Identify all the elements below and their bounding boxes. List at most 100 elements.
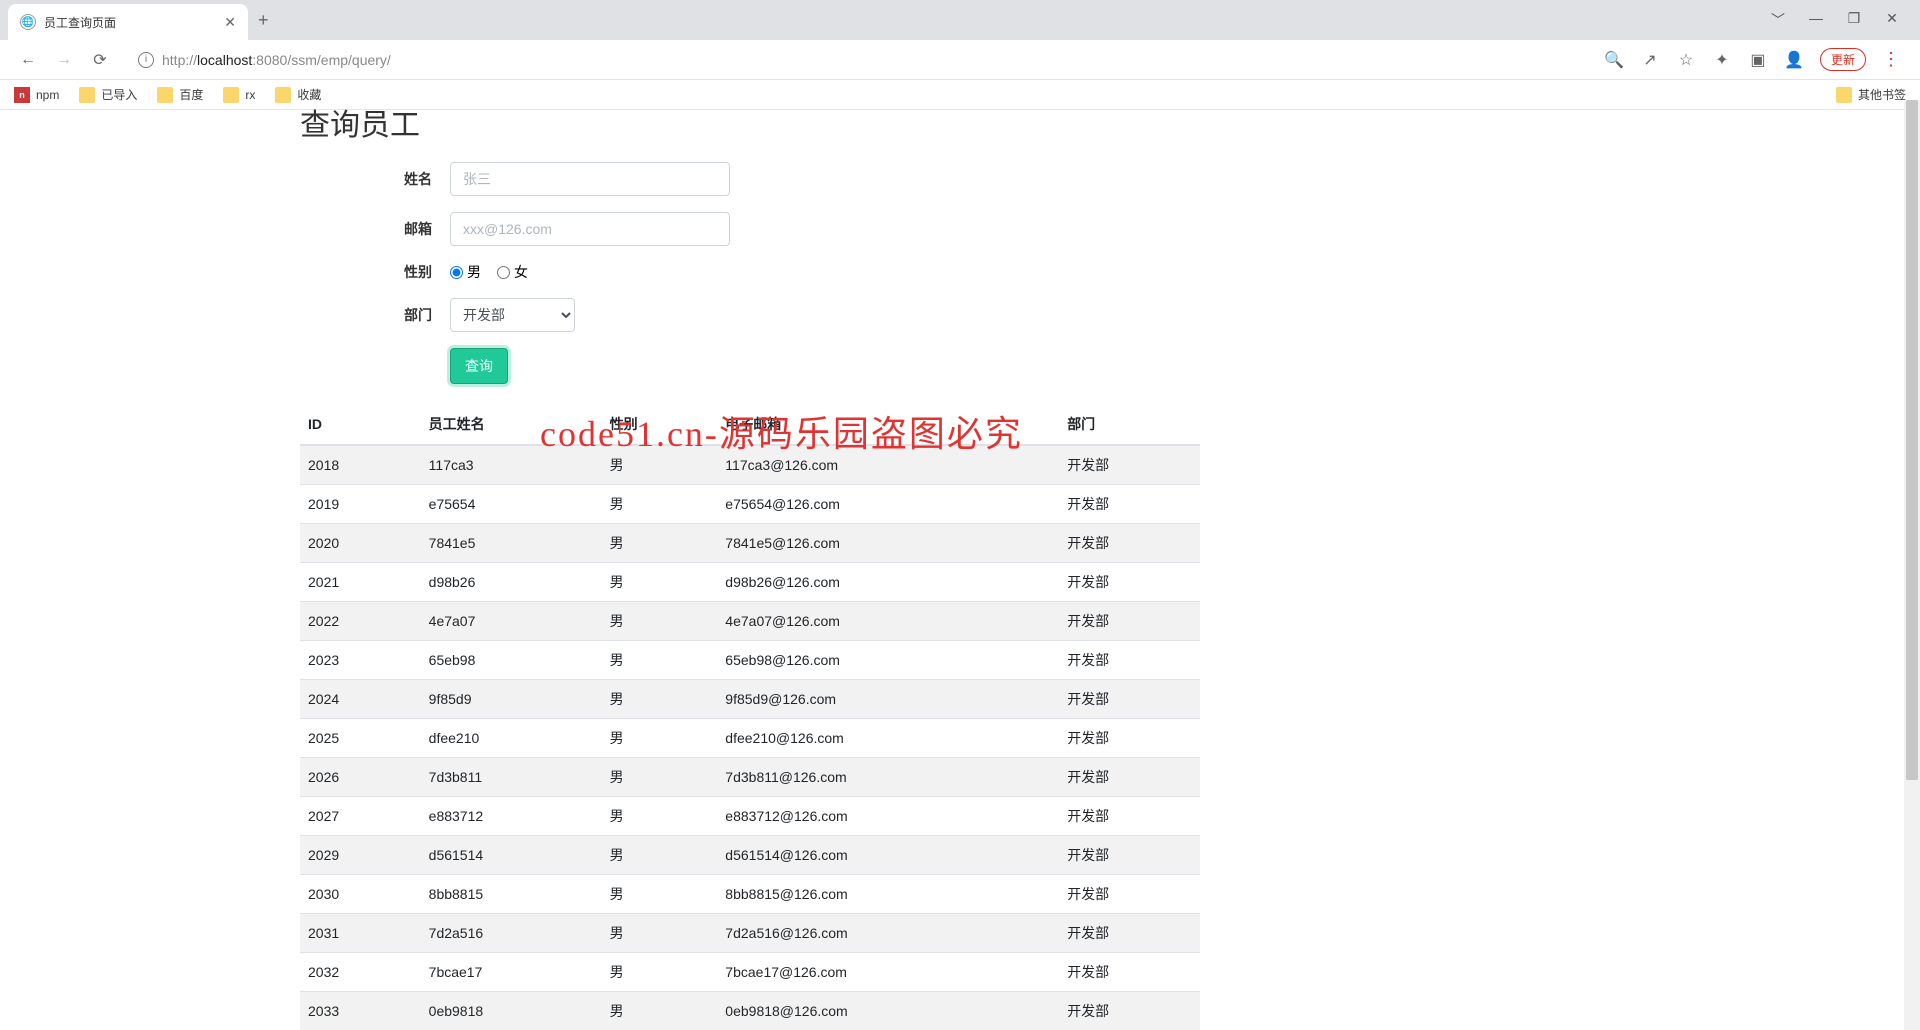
extensions-icon[interactable]: ✦	[1712, 50, 1732, 70]
cell-name: 8bb8815	[421, 875, 602, 914]
th-email: 电子邮箱	[717, 404, 1059, 445]
chevron-down-icon[interactable]: ﹀	[1768, 10, 1788, 30]
cell-name: 117ca3	[421, 445, 602, 485]
back-button[interactable]: ←	[14, 46, 42, 74]
cell-id: 2018	[300, 445, 421, 485]
cell-dept: 开发部	[1059, 953, 1200, 992]
email-input[interactable]	[450, 212, 730, 246]
tab-title: 员工查询页面	[44, 14, 216, 31]
url-toolbar: ← → ⟳ i http://localhost:8080/ssm/emp/qu…	[0, 40, 1920, 80]
browser-tab[interactable]: 🌐 员工查询页面 ✕	[8, 4, 248, 40]
cell-dept: 开发部	[1059, 563, 1200, 602]
maximize-button[interactable]: ❐	[1844, 10, 1864, 30]
cell-id: 2029	[300, 836, 421, 875]
cell-gender: 男	[602, 836, 718, 875]
reading-list-icon[interactable]: ▣	[1748, 50, 1768, 70]
forward-button[interactable]: →	[50, 46, 78, 74]
close-window-button[interactable]: ✕	[1882, 10, 1902, 30]
bookmark-star-icon[interactable]: ☆	[1676, 50, 1696, 70]
cell-email: e883712@126.com	[717, 797, 1059, 836]
cell-email: 7d3b811@126.com	[717, 758, 1059, 797]
close-tab-icon[interactable]: ✕	[224, 14, 236, 31]
url-text: http://localhost:8080/ssm/emp/query/	[162, 52, 391, 68]
form-row-dept: 部门 开发部	[300, 298, 1200, 332]
cell-dept: 开发部	[1059, 485, 1200, 524]
cell-name: 7d2a516	[421, 914, 602, 953]
cell-email: 117ca3@126.com	[717, 445, 1059, 485]
gender-female-radio[interactable]	[497, 266, 510, 279]
cell-gender: 男	[602, 719, 718, 758]
share-icon[interactable]: ↗	[1640, 50, 1660, 70]
menu-button[interactable]: ⋮	[1882, 49, 1900, 70]
table-row: 20330eb9818男0eb9818@126.com开发部	[300, 992, 1200, 1030]
minimize-button[interactable]: —	[1806, 10, 1826, 30]
browser-tab-strip: 🌐 员工查询页面 ✕ + ﹀ — ❐ ✕	[0, 0, 1920, 40]
scrollbar-track[interactable]	[1904, 100, 1920, 1030]
cell-id: 2019	[300, 485, 421, 524]
cell-name: 9f85d9	[421, 680, 602, 719]
cell-name: e883712	[421, 797, 602, 836]
cell-dept: 开发部	[1059, 719, 1200, 758]
reload-button[interactable]: ⟳	[86, 46, 114, 74]
dept-select[interactable]: 开发部	[450, 298, 575, 332]
table-row: 20327bcae17男7bcae17@126.com开发部	[300, 953, 1200, 992]
url-input[interactable]: i http://localhost:8080/ssm/emp/query/	[128, 46, 1584, 74]
cell-dept: 开发部	[1059, 914, 1200, 953]
cell-gender: 男	[602, 992, 718, 1030]
table-row: 2029d561514男d561514@126.com开发部	[300, 836, 1200, 875]
cell-name: 0eb9818	[421, 992, 602, 1030]
cell-gender: 男	[602, 524, 718, 563]
gender-male-option[interactable]: 男	[450, 262, 481, 282]
form-row-email: 邮箱	[300, 212, 1200, 246]
th-name: 员工姓名	[421, 404, 602, 445]
cell-id: 2027	[300, 797, 421, 836]
scrollbar-thumb[interactable]	[1906, 100, 1918, 780]
site-info-icon[interactable]: i	[138, 52, 154, 68]
cell-email: 0eb9818@126.com	[717, 992, 1059, 1030]
cell-dept: 开发部	[1059, 680, 1200, 719]
gender-male-radio[interactable]	[450, 266, 463, 279]
table-header-row: ID 员工姓名 性别 电子邮箱 部门	[300, 404, 1200, 445]
cell-dept: 开发部	[1059, 797, 1200, 836]
query-button[interactable]: 查询	[450, 348, 508, 384]
gender-female-option[interactable]: 女	[497, 262, 528, 282]
update-button[interactable]: 更新	[1820, 48, 1866, 71]
table-row: 2025dfee210男dfee210@126.com开发部	[300, 719, 1200, 758]
cell-dept: 开发部	[1059, 875, 1200, 914]
cell-email: 7841e5@126.com	[717, 524, 1059, 563]
cell-name: d561514	[421, 836, 602, 875]
cell-name: d98b26	[421, 563, 602, 602]
cell-name: 7bcae17	[421, 953, 602, 992]
cell-id: 2030	[300, 875, 421, 914]
cell-name: 4e7a07	[421, 602, 602, 641]
profile-icon[interactable]: 👤	[1784, 50, 1804, 70]
name-input[interactable]	[450, 162, 730, 196]
form-row-gender: 性别 男 女	[300, 262, 1200, 282]
table-row: 20207841e5男7841e5@126.com开发部	[300, 524, 1200, 563]
employee-table: ID 员工姓名 性别 电子邮箱 部门 2018117ca3男117ca3@126…	[300, 404, 1200, 1030]
cell-name: 7841e5	[421, 524, 602, 563]
cell-gender: 男	[602, 445, 718, 485]
page-content: 查询员工 姓名 邮箱 性别 男 女	[300, 100, 1200, 1030]
cell-dept: 开发部	[1059, 992, 1200, 1030]
table-row: 20308bb8815男8bb8815@126.com开发部	[300, 875, 1200, 914]
email-label: 邮箱	[300, 219, 450, 239]
cell-gender: 男	[602, 914, 718, 953]
new-tab-button[interactable]: +	[258, 10, 269, 31]
cell-email: 7bcae17@126.com	[717, 953, 1059, 992]
zoom-icon[interactable]: 🔍	[1604, 50, 1624, 70]
globe-icon: 🌐	[20, 14, 36, 30]
table-row: 2019e75654男e75654@126.com开发部	[300, 485, 1200, 524]
cell-id: 2020	[300, 524, 421, 563]
cell-name: 65eb98	[421, 641, 602, 680]
cell-id: 2031	[300, 914, 421, 953]
cell-email: 9f85d9@126.com	[717, 680, 1059, 719]
cell-dept: 开发部	[1059, 524, 1200, 563]
cell-gender: 男	[602, 875, 718, 914]
page-viewport: 查询员工 姓名 邮箱 性别 男 女	[0, 100, 1904, 1030]
cell-gender: 男	[602, 953, 718, 992]
page-title: 查询员工	[300, 100, 1200, 144]
cell-dept: 开发部	[1059, 758, 1200, 797]
cell-email: 7d2a516@126.com	[717, 914, 1059, 953]
cell-dept: 开发部	[1059, 445, 1200, 485]
